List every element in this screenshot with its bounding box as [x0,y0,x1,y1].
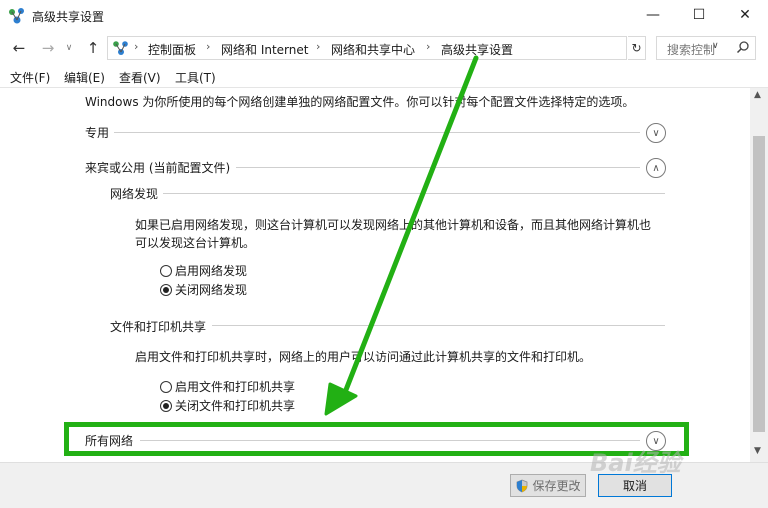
section-private-label[interactable]: 专用 [85,124,109,141]
scroll-up-arrow-icon[interactable]: ▲ [754,90,761,100]
breadcrumb-advanced-sharing[interactable]: 高级共享设置 [441,41,513,58]
divider [212,325,665,326]
breadcrumb-separator: › [426,40,431,53]
scrollbar-thumb[interactable] [753,136,765,432]
network-discovery-heading: 网络发现 [110,187,159,201]
cancel-button[interactable]: 取消 [598,474,672,497]
menu-view[interactable]: 查看(V) [119,69,161,86]
uac-shield-icon [517,479,528,492]
recent-locations-button[interactable]: ∨ [62,38,76,58]
search-icon[interactable] [736,40,750,54]
section-guest-public-label[interactable]: 来宾或公用 (当前配置文件) [85,159,230,176]
menu-bar: 文件(F) 编辑(E) 查看(V) 工具(T) [0,66,768,88]
search-placeholder: 搜索控制 [667,43,716,57]
network-discovery-description: 如果已启用网络发现，则这台计算机可以发现网络上的其他计算机和设备，而且其他网络计… [135,218,652,250]
radio-button[interactable] [160,264,172,277]
breadcrumb-separator: › [316,40,321,53]
expand-all-networks-button[interactable]: ∨ [646,431,666,451]
divider [236,167,640,168]
maximize-button[interactable]: ☐ [676,0,722,30]
breadcrumb-control-panel[interactable]: 控制面板 [148,41,196,58]
radio-disable-file-printer-sharing[interactable]: 关闭文件和打印机共享 [160,397,295,414]
breadcrumb-separator: › [206,40,211,53]
radio-disable-network-discovery[interactable]: 关闭网络发现 [160,281,247,298]
minimize-button[interactable]: — [630,0,676,30]
save-changes-button[interactable]: 保存更改 [510,474,586,497]
window-title: 高级共享设置 [32,10,105,24]
radio-enable-network-discovery[interactable]: 启用网络发现 [160,262,247,279]
radio-button-selected[interactable] [160,399,172,412]
file-printer-sharing-heading: 文件和打印机共享 [110,320,207,334]
vertical-scrollbar[interactable]: ▲ ▼ [750,88,768,462]
radio-enable-file-printer-sharing[interactable]: 启用文件和打印机共享 [160,378,295,395]
divider [114,132,640,133]
forward-button[interactable]: → [38,38,58,58]
radio-button[interactable] [160,380,172,393]
network-sharing-icon [113,41,128,55]
intro-text: Windows 为你所使用的每个网络创建单独的网络配置文件。你可以针对每个配置文… [85,95,635,109]
file-printer-sharing-description: 启用文件和打印机共享时，网络上的用户可以访问通过此计算机共享的文件和打印机。 [135,350,592,364]
menu-edit[interactable]: 编辑(E) [64,69,105,86]
radio-button-selected[interactable] [160,283,172,296]
settings-content: Windows 为你所使用的每个网络创建单独的网络配置文件。你可以针对每个配置文… [0,88,750,462]
footer-bar: 保存更改 取消 [0,462,768,508]
address-toolbar: ← → ∨ ↑ › 控制面板 › 网络和 Internet › 网络和共享中心 … [0,32,768,64]
breadcrumb-separator: › [134,40,139,53]
divider [140,440,640,441]
scroll-down-arrow-icon[interactable]: ▼ [754,446,761,456]
close-button[interactable]: ✕ [722,0,768,30]
network-sharing-icon [9,8,24,24]
title-bar: 高级共享设置 — ☐ ✕ [0,0,768,32]
refresh-button[interactable]: ↻ [628,36,646,60]
breadcrumb-network-internet[interactable]: 网络和 Internet [221,41,308,58]
menu-file[interactable]: 文件(F) [10,69,50,86]
menu-tools[interactable]: 工具(T) [175,69,216,86]
divider [163,193,665,194]
search-box[interactable]: 搜索控制 [656,36,756,60]
section-all-networks-label[interactable]: 所有网络 [85,432,133,449]
breadcrumb-network-sharing-center[interactable]: 网络和共享中心 [331,41,415,58]
back-button[interactable]: ← [9,38,29,58]
collapse-guest-public-button[interactable]: ∧ [646,158,666,178]
up-button[interactable]: ↑ [83,38,103,58]
address-bar[interactable]: › 控制面板 › 网络和 Internet › 网络和共享中心 › 高级共享设置… [107,36,719,60]
expand-private-button[interactable]: ∨ [646,123,666,143]
